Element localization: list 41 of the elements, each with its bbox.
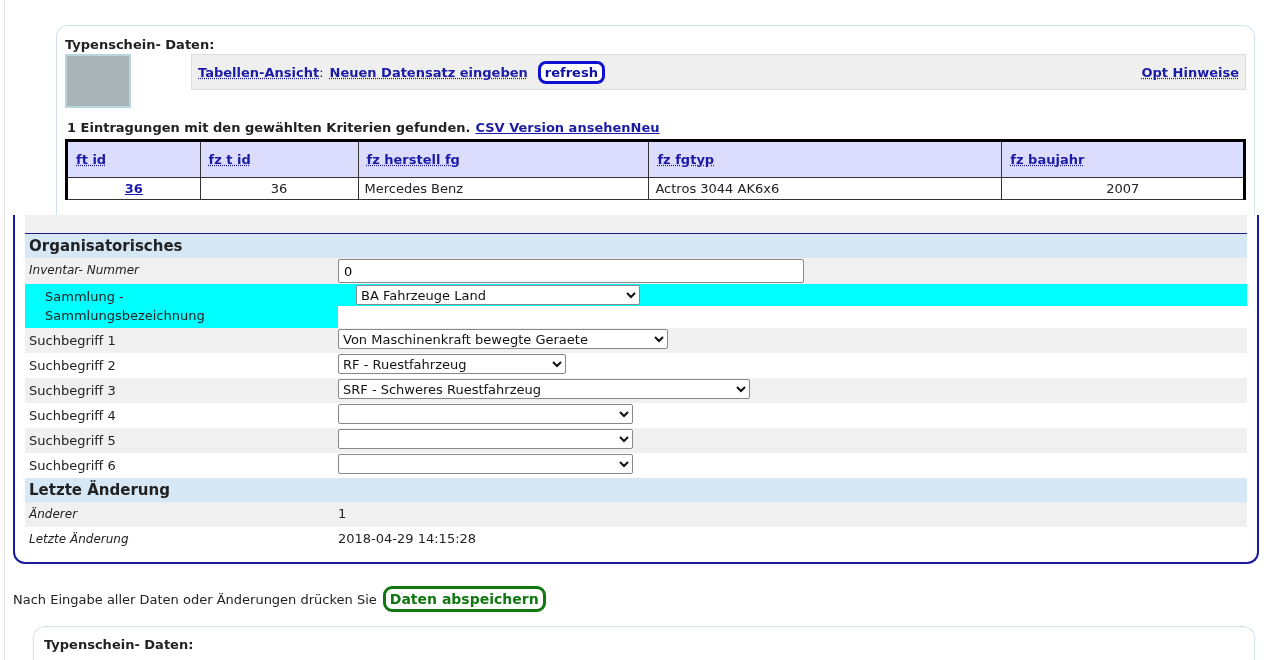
photo-placeholder <box>65 54 131 108</box>
field-value: 2018-04-29 14:15:28 <box>338 530 477 548</box>
csv-link[interactable]: CSV Version ansehenNeu <box>475 120 660 135</box>
separator-text: : <box>319 64 324 80</box>
field-label: Änderer <box>27 506 79 523</box>
panel-title: Typenschein- Daten: <box>65 37 216 52</box>
save-button[interactable]: Daten abspeichern <box>382 586 546 612</box>
dropdown[interactable]: BA Fahrzeuge Land <box>356 285 640 305</box>
dropdown[interactable] <box>338 429 633 449</box>
sort-link[interactable]: fz herstell fg <box>366 152 460 167</box>
field-value: 1 <box>338 505 347 523</box>
dropdown[interactable]: RF - Ruestfahrzeug <box>338 354 566 374</box>
table-cell: 36 <box>200 177 358 200</box>
sort-link[interactable]: ft id <box>76 152 107 167</box>
new-record-link[interactable]: Neuen Datensatz eingeben <box>329 64 528 80</box>
table-cell: Actros 3044 AK6x6 <box>648 177 1002 200</box>
input-field[interactable]: 0 <box>338 259 804 283</box>
dropdown[interactable]: Von Maschinenkraft bewegte Geraete <box>338 329 668 349</box>
field-label: Suchbegriff 4 <box>28 407 117 425</box>
dropdown[interactable] <box>338 454 633 474</box>
field-label: Suchbegriff 6 <box>28 457 117 475</box>
instruction-text: Nach Eingabe aller Daten oder Änderungen drücken Sie <box>13 591 377 607</box>
sort-link[interactable]: fz t id <box>208 152 251 167</box>
section-header: Letzte Änderung <box>25 478 1247 502</box>
field-label: Suchbegriff 5 <box>28 432 117 450</box>
refresh-button[interactable]: refresh <box>537 60 605 84</box>
field-label: Suchbegriff 3 <box>28 382 117 400</box>
dropdown[interactable]: SRF - Schweres Ruestfahrzeug <box>338 379 750 399</box>
field-label: Suchbegriff 2 <box>28 357 117 375</box>
sort-link[interactable]: fz baujahr <box>1010 152 1085 167</box>
hints-link[interactable]: Opt Hinweise <box>1141 64 1239 80</box>
panel-title: Typenschein- Daten: <box>44 637 195 652</box>
field-label: Suchbegriff 1 <box>28 332 117 350</box>
sort-link[interactable]: fz fgtyp <box>657 152 715 167</box>
record-link[interactable]: 36 <box>124 181 143 196</box>
field-label: Letzte Änderung <box>28 531 130 548</box>
result-text: 1 Eintragungen mit den gewählten Kriterien gefunden. <box>67 120 471 135</box>
dropdown[interactable] <box>338 404 633 424</box>
section-header: Organisatorisches <box>25 234 1247 258</box>
field-label: Inventar- Nummer <box>28 262 141 279</box>
table-cell: Mercedes Benz <box>358 177 649 200</box>
